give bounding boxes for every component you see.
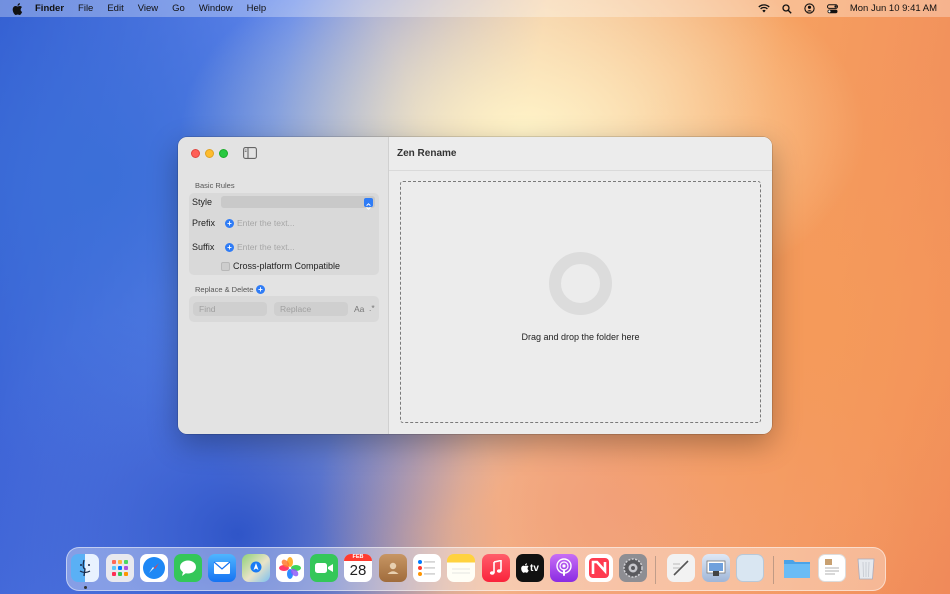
popup-chevrons-icon <box>364 197 373 210</box>
dock-separator-2 <box>773 556 774 584</box>
preview-icon[interactable] <box>702 554 730 582</box>
trash-icon[interactable] <box>852 554 880 582</box>
dock-separator <box>655 556 656 584</box>
tv-label: tv <box>530 562 539 574</box>
style-select[interactable] <box>221 196 375 210</box>
calendar-icon[interactable]: FEB 28 <box>344 554 372 582</box>
finder-icon[interactable] <box>71 554 99 582</box>
spotlight-search-icon[interactable] <box>782 3 792 14</box>
folder-drop-zone[interactable]: Drag and drop the folder here <box>400 181 761 423</box>
notes-icon[interactable] <box>447 554 475 582</box>
podcasts-icon[interactable] <box>550 554 578 582</box>
launchpad-icon[interactable] <box>106 554 134 582</box>
add-replace-rule-icon[interactable]: + <box>256 285 265 294</box>
menu-view[interactable]: View <box>138 3 158 14</box>
replace-input[interactable]: Replace <box>274 302 348 316</box>
add-prefix-icon[interactable]: + <box>225 219 234 228</box>
sidebar-toggle-icon[interactable] <box>243 147 257 159</box>
minimize-button[interactable] <box>205 149 214 158</box>
safari-icon[interactable] <box>140 554 168 582</box>
photos-icon[interactable] <box>276 554 304 582</box>
mail-icon[interactable] <box>208 554 236 582</box>
wifi-icon[interactable] <box>758 4 770 13</box>
main-pane: Zen Rename Drag and drop the folder here <box>389 137 772 434</box>
sidebar: Basic Rules Style Prefix + Enter the tex… <box>178 137 389 434</box>
menu-help[interactable]: Help <box>247 3 267 14</box>
basic-rules-title: Basic Rules <box>195 181 235 190</box>
main-header: Zen Rename <box>389 137 772 171</box>
window-controls <box>191 149 228 158</box>
zen-rename-window: Basic Rules Style Prefix + Enter the tex… <box>178 137 772 434</box>
suffix-input[interactable]: Enter the text... <box>237 242 295 252</box>
style-label: Style <box>192 197 213 207</box>
basic-rules-group: Style Prefix + Enter the text... Suffix … <box>189 193 379 275</box>
documents-stack-icon[interactable] <box>818 554 846 582</box>
user-account-icon[interactable] <box>804 3 815 14</box>
suffix-label: Suffix <box>192 242 215 252</box>
blank-app-icon[interactable] <box>736 554 764 582</box>
reminders-icon[interactable] <box>413 554 441 582</box>
menu-edit[interactable]: Edit <box>107 3 123 14</box>
find-input[interactable]: Find <box>193 302 267 316</box>
control-center-icon[interactable] <box>826 3 838 14</box>
match-case-toggle[interactable]: Aa <box>354 304 364 314</box>
cross-platform-checkbox[interactable] <box>221 262 230 271</box>
window-title: Zen Rename <box>397 148 457 159</box>
contacts-icon[interactable] <box>379 554 407 582</box>
calendar-month: FEB <box>344 554 372 561</box>
menu-bar: Finder File Edit View Go Window Help Mon… <box>0 0 950 17</box>
music-icon[interactable] <box>482 554 510 582</box>
cross-platform-label: Cross-platform Compatible <box>233 261 341 271</box>
menubar-clock[interactable]: Mon Jun 10 9:41 AM <box>850 3 937 14</box>
dock: FEB 28 tv <box>66 547 886 591</box>
prefix-input[interactable]: Enter the text... <box>237 218 295 228</box>
menu-window[interactable]: Window <box>199 3 233 14</box>
regex-toggle[interactable]: .* <box>369 303 375 313</box>
maps-icon[interactable] <box>242 554 270 582</box>
system-settings-icon[interactable] <box>619 554 647 582</box>
news-icon[interactable] <box>585 554 613 582</box>
downloads-folder-icon[interactable] <box>783 554 811 582</box>
menu-file[interactable]: File <box>78 3 93 14</box>
prefix-label: Prefix <box>192 218 216 228</box>
menu-go[interactable]: Go <box>172 3 185 14</box>
finder-running-indicator <box>84 586 87 589</box>
drop-placeholder-ring-icon <box>549 252 612 315</box>
facetime-icon[interactable] <box>310 554 338 582</box>
add-suffix-icon[interactable]: + <box>225 243 234 252</box>
drop-hint-text: Drag and drop the folder here <box>521 332 640 342</box>
close-button[interactable] <box>191 149 200 158</box>
textedit-icon[interactable] <box>667 554 695 582</box>
zoom-button[interactable] <box>219 149 228 158</box>
calendar-day: 28 <box>349 562 367 579</box>
messages-icon[interactable] <box>174 554 202 582</box>
menu-app-name[interactable]: Finder <box>35 3 64 14</box>
replace-delete-group: Find Replace Aa .* <box>189 296 379 322</box>
tv-icon[interactable]: tv <box>516 554 544 582</box>
replace-delete-title: Replace & Delete <box>195 285 254 294</box>
apple-menu-icon[interactable] <box>12 2 23 15</box>
